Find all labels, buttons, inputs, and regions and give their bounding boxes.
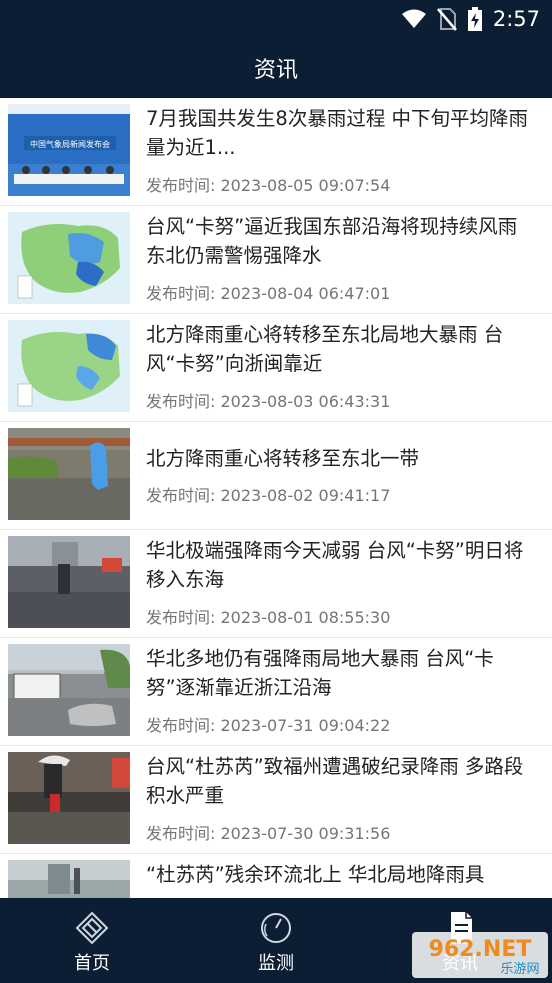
news-date: 发布时间: 2023-07-31 09:04:22 bbox=[146, 716, 391, 735]
news-list[interactable]: 中国气象局新闻发布会 7月我国共发生8次暴雨过程 中下旬平均降雨量为近1... … bbox=[0, 98, 552, 898]
news-item[interactable]: 中国气象局新闻发布会 7月我国共发生8次暴雨过程 中下旬平均降雨量为近1... … bbox=[0, 98, 552, 206]
news-thumbnail bbox=[8, 428, 130, 520]
news-date: 发布时间: 2023-08-05 09:07:54 bbox=[146, 176, 391, 195]
news-date: 发布时间: 2023-08-02 09:41:17 bbox=[146, 486, 391, 505]
nav-label: 监测 bbox=[258, 953, 294, 974]
news-item[interactable]: 华北极端强降雨今天减弱 台风“卡努”明日将移入东海 发布时间: 2023-08-… bbox=[0, 530, 552, 638]
nav-label: 首页 bbox=[74, 953, 110, 974]
news-title: 北方降雨重心将转移至东北一带 bbox=[146, 447, 420, 470]
page-title: 资讯 bbox=[253, 58, 298, 83]
status-bar: 2:57 bbox=[0, 0, 552, 38]
news-title: 华北极端强降雨今天减弱 台风“卡努”明日将移入东海 bbox=[146, 539, 524, 591]
news-item[interactable]: 北方降雨重心将转移至东北一带 发布时间: 2023-08-02 09:41:17 bbox=[0, 422, 552, 530]
news-thumbnail bbox=[8, 320, 130, 412]
app-header: 资讯 bbox=[0, 38, 552, 98]
news-item[interactable]: “杜苏芮”残余环流北上 华北局地降雨具 bbox=[0, 854, 552, 898]
news-thumbnail: 中国气象局新闻发布会 bbox=[8, 104, 130, 196]
news-date: 发布时间: 2023-08-04 06:47:01 bbox=[146, 284, 391, 303]
status-time: 2:57 bbox=[492, 7, 540, 31]
press-banner-text: 中国气象局新闻发布会 bbox=[30, 139, 110, 149]
news-thumbnail bbox=[8, 752, 130, 844]
status-icons: 2:57 bbox=[401, 4, 540, 34]
news-title: 台风“卡努”逼近我国东部沿海将现持续风雨 东北仍需警惕强降水 bbox=[146, 215, 518, 267]
news-date: 发布时间: 2023-08-03 06:43:31 bbox=[146, 392, 391, 411]
watermark-text: 962.NET bbox=[429, 937, 532, 962]
news-item[interactable]: 台风“杜苏芮”致福州遭遇破纪录降雨 多路段积水严重 发布时间: 2023-07-… bbox=[0, 746, 552, 854]
news-item[interactable]: 华北多地仍有强降雨局地大暴雨 台风“卡努”逐渐靠近浙江沿海 发布时间: 2023… bbox=[0, 638, 552, 746]
news-thumbnail bbox=[8, 536, 130, 628]
no-sim-icon bbox=[436, 8, 457, 31]
news-title: 台风“杜苏芮”致福州遭遇破纪录降雨 多路段积水严重 bbox=[146, 755, 524, 807]
news-title: 华北多地仍有强降雨局地大暴雨 台风“卡努”逐渐靠近浙江沿海 bbox=[146, 647, 494, 699]
wifi-icon bbox=[401, 9, 426, 28]
news-item[interactable]: 北方降雨重心将转移至东北局地大暴雨 台风“卡努”向浙闽靠近 发布时间: 2023… bbox=[0, 314, 552, 422]
news-thumbnail bbox=[8, 644, 130, 736]
news-date: 发布时间: 2023-08-01 08:55:30 bbox=[146, 608, 391, 627]
watermark-sub: 乐游网 bbox=[500, 962, 539, 977]
news-item[interactable]: 台风“卡努”逼近我国东部沿海将现持续风雨 东北仍需警惕强降水 发布时间: 202… bbox=[0, 206, 552, 314]
news-thumbnail bbox=[8, 860, 130, 898]
gauge-icon bbox=[261, 913, 291, 943]
news-thumbnail bbox=[8, 212, 130, 304]
nav-tab-monitor[interactable]: 监测 bbox=[184, 898, 368, 983]
news-title: “杜苏芮”残余环流北上 华北局地降雨具 bbox=[146, 863, 485, 886]
news-title: 7月我国共发生8次暴雨过程 中下旬平均降雨量为近1... bbox=[146, 107, 529, 159]
news-title: 北方降雨重心将转移至东北局地大暴雨 台风“卡努”向浙闽靠近 bbox=[146, 323, 504, 375]
home-icon bbox=[75, 911, 109, 945]
watermark-logo: 962.NET 乐游网 bbox=[412, 932, 548, 978]
news-date: 发布时间: 2023-07-30 09:31:56 bbox=[146, 824, 391, 843]
battery-charging-icon bbox=[467, 7, 482, 31]
nav-tab-home[interactable]: 首页 bbox=[0, 898, 184, 983]
